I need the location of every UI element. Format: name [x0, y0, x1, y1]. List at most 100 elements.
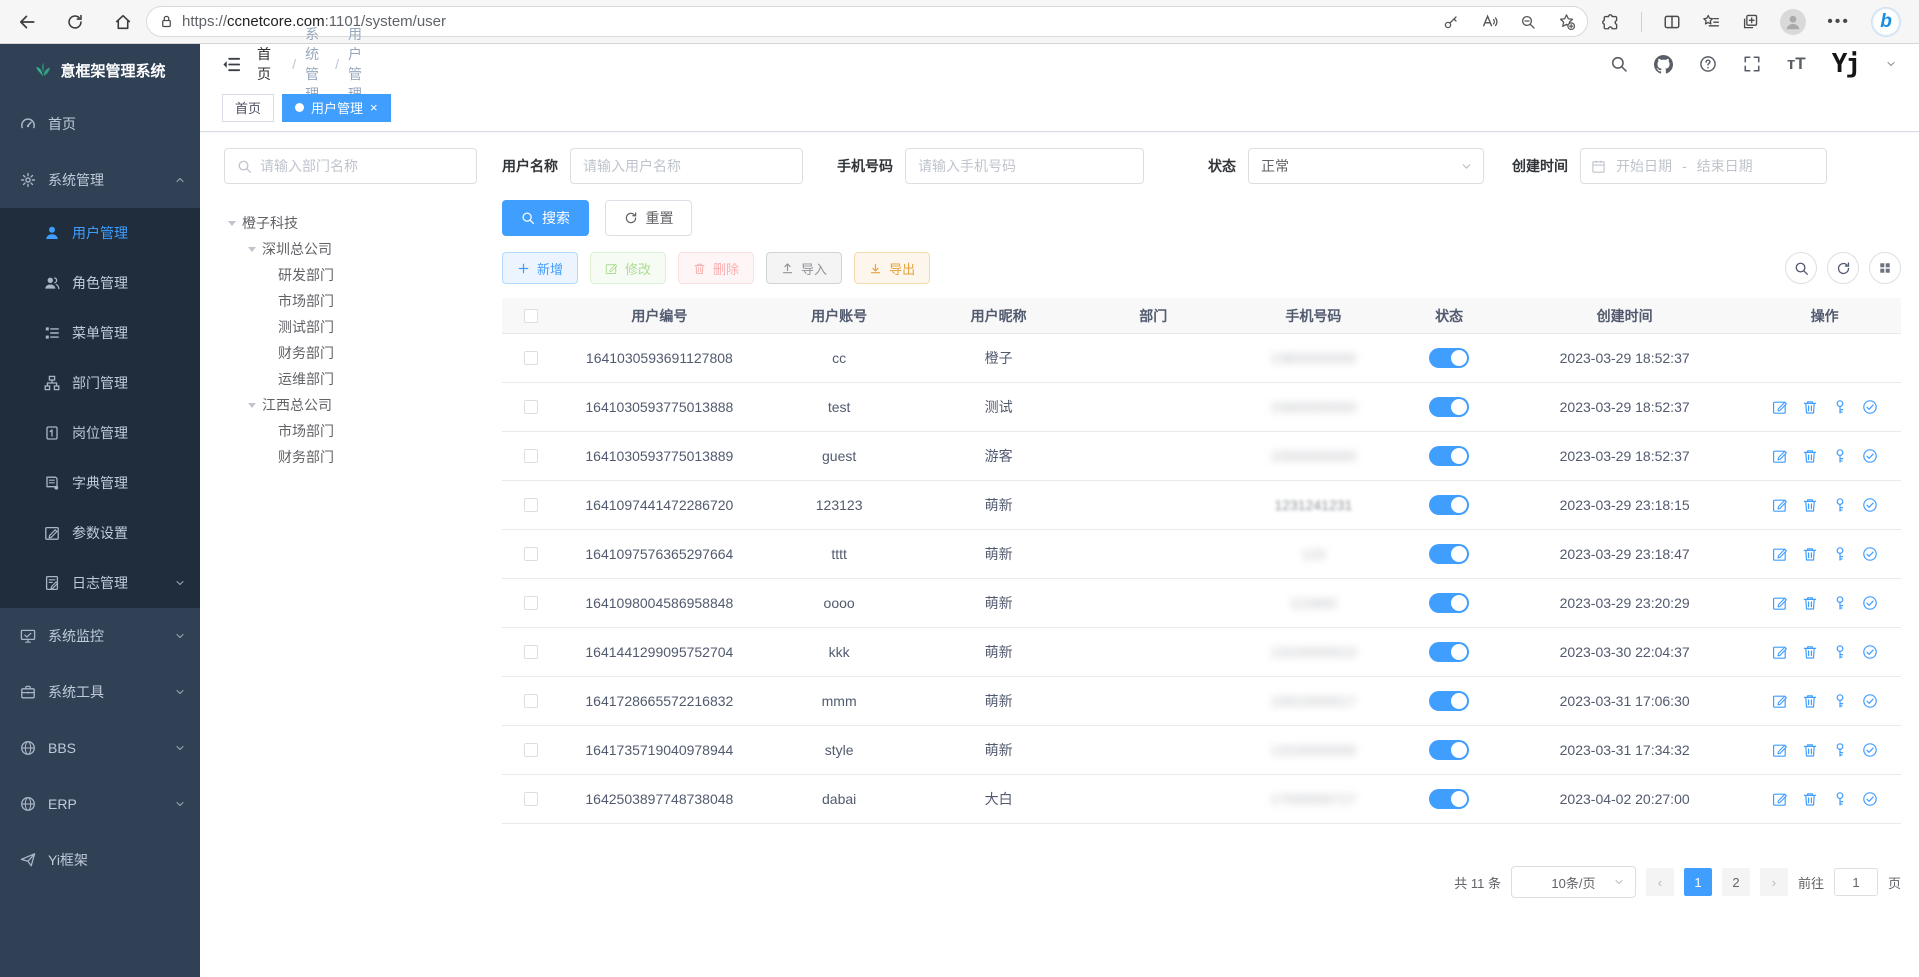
status-toggle[interactable]	[1429, 593, 1469, 613]
row-edit-icon[interactable]	[1772, 595, 1788, 611]
tab-home[interactable]: 首页	[222, 94, 274, 122]
refresh-table-icon[interactable]	[1827, 252, 1859, 284]
github-icon[interactable]	[1654, 55, 1673, 74]
user-avatar-logo[interactable]: Yj	[1832, 51, 1859, 77]
sidebar-item-monitor[interactable]: 系统监控	[0, 608, 200, 664]
breadcrumb-home[interactable]: 首页	[257, 44, 283, 84]
search-button[interactable]: 搜索	[502, 200, 589, 236]
sidebar-item-system[interactable]: 系统管理	[0, 152, 200, 208]
row-edit-icon[interactable]	[1772, 791, 1788, 807]
next-page-button[interactable]: ›	[1760, 868, 1788, 896]
help-icon[interactable]	[1699, 55, 1717, 73]
chevron-down-icon[interactable]	[1885, 58, 1897, 70]
fullscreen-icon[interactable]	[1743, 55, 1761, 73]
row-assign-role-icon[interactable]	[1862, 595, 1878, 611]
username-input[interactable]	[570, 148, 803, 184]
tree-node[interactable]: 测试部门	[224, 314, 477, 340]
caret-down-icon[interactable]	[248, 247, 256, 252]
import-button[interactable]: 导入	[766, 252, 842, 284]
row-delete-icon[interactable]	[1802, 595, 1818, 611]
tree-node[interactable]: 运维部门	[224, 366, 477, 392]
collections-icon[interactable]	[1741, 13, 1759, 31]
row-delete-icon[interactable]	[1802, 448, 1818, 464]
row-reset-password-icon[interactable]	[1832, 644, 1848, 660]
row-checkbox[interactable]	[524, 645, 538, 659]
row-delete-icon[interactable]	[1802, 644, 1818, 660]
phone-input[interactable]	[905, 148, 1144, 184]
bing-icon[interactable]: b	[1871, 7, 1901, 37]
status-toggle[interactable]	[1429, 495, 1469, 515]
row-delete-icon[interactable]	[1802, 399, 1818, 415]
browser-menu-icon[interactable]: •••	[1827, 13, 1850, 31]
tree-node[interactable]: 江西总公司	[224, 392, 477, 418]
status-toggle[interactable]	[1429, 397, 1469, 417]
edit-button[interactable]: 修改	[590, 252, 666, 284]
select-all-checkbox[interactable]	[524, 309, 538, 323]
row-reset-password-icon[interactable]	[1832, 791, 1848, 807]
row-checkbox[interactable]	[524, 400, 538, 414]
sidebar-item-tools[interactable]: 系统工具	[0, 664, 200, 720]
tab-user-mgmt[interactable]: 用户管理 ×	[282, 94, 391, 122]
row-edit-icon[interactable]	[1772, 448, 1788, 464]
row-edit-icon[interactable]	[1772, 644, 1788, 660]
add-button[interactable]: 新增	[502, 252, 578, 284]
tree-node[interactable]: 研发部门	[224, 262, 477, 288]
sidebar-item-user-mgmt[interactable]: 用户管理	[0, 208, 200, 258]
read-aloud-icon[interactable]	[1481, 13, 1498, 30]
row-reset-password-icon[interactable]	[1832, 399, 1848, 415]
sidebar-item-role-mgmt[interactable]: 角色管理	[0, 258, 200, 308]
status-toggle[interactable]	[1429, 691, 1469, 711]
row-reset-password-icon[interactable]	[1832, 546, 1848, 562]
sidebar-item-menu-mgmt[interactable]: 菜单管理	[0, 308, 200, 358]
sidebar-item-yi-framework[interactable]: Yi框架	[0, 832, 200, 888]
sidebar-item-log-mgmt[interactable]: 日志管理	[0, 558, 200, 608]
row-checkbox[interactable]	[524, 792, 538, 806]
row-reset-password-icon[interactable]	[1832, 595, 1848, 611]
caret-down-icon[interactable]	[248, 403, 256, 408]
page-button-1[interactable]: 1	[1684, 868, 1712, 896]
split-screen-icon[interactable]	[1663, 13, 1681, 31]
status-toggle[interactable]	[1429, 544, 1469, 564]
tree-node[interactable]: 深圳总公司	[224, 236, 477, 262]
row-checkbox[interactable]	[524, 547, 538, 561]
date-end-placeholder[interactable]: 结束日期	[1697, 156, 1753, 176]
browser-reload-icon[interactable]	[66, 13, 84, 31]
sidebar-item-post-mgmt[interactable]: 岗位管理	[0, 408, 200, 458]
status-select[interactable]: 正常	[1248, 148, 1484, 184]
row-reset-password-icon[interactable]	[1832, 448, 1848, 464]
tree-node[interactable]: 市场部门	[224, 288, 477, 314]
delete-button[interactable]: 删除	[678, 252, 754, 284]
row-assign-role-icon[interactable]	[1862, 546, 1878, 562]
row-edit-icon[interactable]	[1772, 497, 1788, 513]
tree-node[interactable]: 橙子科技	[224, 210, 477, 236]
column-grid-icon[interactable]	[1869, 252, 1901, 284]
status-toggle[interactable]	[1429, 348, 1469, 368]
row-delete-icon[interactable]	[1802, 693, 1818, 709]
date-start-placeholder[interactable]: 开始日期	[1616, 156, 1672, 176]
page-size-select[interactable]: 10条/页	[1511, 866, 1636, 898]
row-delete-icon[interactable]	[1802, 497, 1818, 513]
row-checkbox[interactable]	[524, 498, 538, 512]
sidebar-item-dept-mgmt[interactable]: 部门管理	[0, 358, 200, 408]
font-size-icon[interactable]: тT	[1787, 54, 1806, 74]
dept-search-box[interactable]	[224, 148, 477, 184]
row-checkbox[interactable]	[524, 743, 538, 757]
row-checkbox[interactable]	[524, 596, 538, 610]
sidebar-fold-icon[interactable]	[222, 55, 241, 74]
caret-down-icon[interactable]	[228, 221, 236, 226]
browser-profile-avatar[interactable]	[1780, 9, 1806, 35]
status-toggle[interactable]	[1429, 789, 1469, 809]
goto-page-input[interactable]	[1834, 868, 1878, 896]
row-edit-icon[interactable]	[1772, 399, 1788, 415]
row-edit-icon[interactable]	[1772, 693, 1788, 709]
sidebar-item-home[interactable]: 首页	[0, 96, 200, 152]
search-icon[interactable]	[1610, 55, 1628, 73]
row-assign-role-icon[interactable]	[1862, 742, 1878, 758]
row-assign-role-icon[interactable]	[1862, 644, 1878, 660]
dept-search-input[interactable]	[260, 158, 464, 174]
row-reset-password-icon[interactable]	[1832, 693, 1848, 709]
row-reset-password-icon[interactable]	[1832, 742, 1848, 758]
date-range-picker[interactable]: 开始日期 - 结束日期	[1580, 148, 1827, 184]
app-logo[interactable]: 意框架管理系统	[0, 44, 200, 96]
row-checkbox[interactable]	[524, 351, 538, 365]
